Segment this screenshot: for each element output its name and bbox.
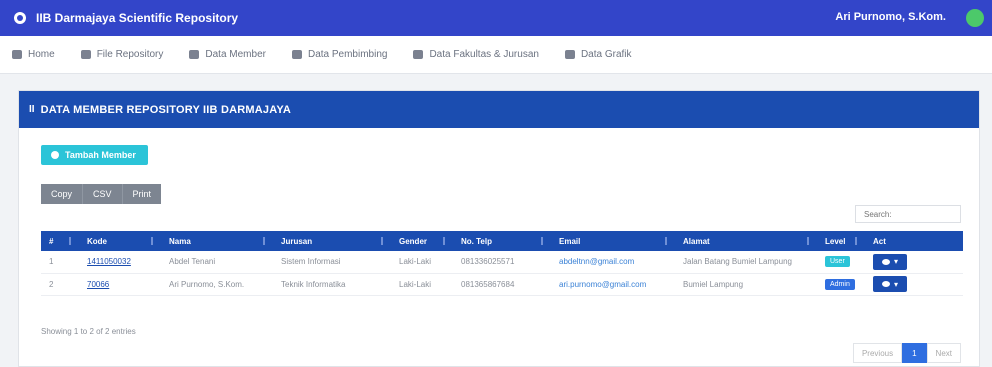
column-header-alamat[interactable]: Alamat xyxy=(675,231,817,251)
nav-item-file-repository[interactable]: File Repository xyxy=(80,49,164,60)
cell-nama: Abdel Tenani xyxy=(169,257,216,267)
eye-icon xyxy=(881,258,890,265)
chart-icon xyxy=(564,50,575,59)
user-name[interactable]: Ari Purnomo, S.Kom. xyxy=(835,11,946,23)
column-header-gender[interactable]: Gender xyxy=(391,231,453,251)
main-nav: Home File Repository Data Member Data Pe… xyxy=(0,36,992,74)
eye-icon xyxy=(881,281,890,287)
panel-header: II DATA MEMBER REPOSITORY IIB DARMAJAYA xyxy=(19,91,979,128)
column-header-jurusan[interactable]: Jurusan xyxy=(273,231,391,251)
avatar[interactable] xyxy=(966,9,984,27)
sort-icon xyxy=(443,237,447,245)
sort-icon xyxy=(541,237,545,245)
nav-item-data-fakultas[interactable]: Data Fakultas & Jurusan xyxy=(413,49,539,60)
action-dropdown-button[interactable]: ▾ xyxy=(873,253,907,270)
column-header-act: Act xyxy=(873,236,886,246)
next-page-button[interactable]: Next xyxy=(926,343,961,363)
add-member-button[interactable]: Tambah Member xyxy=(41,145,148,165)
sort-icon xyxy=(151,237,155,245)
member-panel: II DATA MEMBER REPOSITORY IIB DARMAJAYA … xyxy=(18,90,980,367)
sort-icon xyxy=(381,237,385,245)
column-header-email[interactable]: Email xyxy=(551,231,675,251)
table-info: Showing 1 to 2 of 2 entries xyxy=(41,327,136,336)
column-header-no[interactable]: # xyxy=(41,231,79,251)
column-header-telp[interactable]: No. Telp xyxy=(453,231,551,251)
member-code-link[interactable]: 70066 xyxy=(87,280,109,289)
add-member-label: Tambah Member xyxy=(65,150,136,160)
table-row: 2 70066 Ari Purnomo, S.Kom. Teknik Infor… xyxy=(41,273,963,295)
cell-email: ari.purnomo@gmail.com xyxy=(559,279,647,289)
cell-email: abdeltnn@gmail.com xyxy=(559,257,635,267)
nav-item-data-pembimbing[interactable]: Data Pembimbing xyxy=(291,49,388,60)
user-plus-icon xyxy=(51,151,59,159)
user-tie-icon xyxy=(291,50,302,59)
level-badge: Admin xyxy=(825,278,855,290)
nav-item-label: Data Pembimbing xyxy=(307,49,388,60)
book-icon xyxy=(80,50,91,59)
sitemap-icon xyxy=(413,50,424,59)
nav-item-data-grafik[interactable]: Data Grafik xyxy=(564,49,632,60)
brand-title[interactable]: IIB Darmajaya Scientific Repository xyxy=(36,11,238,25)
nav-item-data-member[interactable]: Data Member xyxy=(189,49,266,60)
home-icon xyxy=(12,50,22,59)
cell-alamat: Bumiel Lampung xyxy=(683,279,744,289)
sort-icon xyxy=(69,237,73,245)
cell-telp: 081365867684 xyxy=(461,279,515,289)
nav-item-label: Data Fakultas & Jurusan xyxy=(429,49,539,60)
table-row: 1 1411050032 Abdel Tenani Sistem Informa… xyxy=(41,251,963,273)
page-button-current[interactable]: 1 xyxy=(902,343,927,363)
brand-logo-icon[interactable] xyxy=(14,12,26,24)
nav-item-label: Home xyxy=(28,49,55,60)
cell-telp: 081336025571 xyxy=(461,257,515,267)
cell-no: 1 xyxy=(49,257,54,267)
column-header-level[interactable]: Level xyxy=(817,231,865,251)
sort-icon xyxy=(665,237,669,245)
sort-icon xyxy=(807,237,811,245)
search-input[interactable] xyxy=(855,205,961,223)
member-table: # Kode Nama Jurusan Gender No. Telp Emai… xyxy=(41,231,963,296)
pagination: Previous 1 Next xyxy=(852,343,961,363)
nav-item-home[interactable]: Home xyxy=(12,49,55,60)
nav-item-label: Data Grafik xyxy=(580,49,632,60)
member-code-link[interactable]: 1411050032 xyxy=(87,257,131,266)
cell-gender: Laki-Laki xyxy=(399,257,432,267)
column-header-kode[interactable]: Kode xyxy=(79,231,161,251)
cell-no: 2 xyxy=(49,279,54,289)
csv-button[interactable]: CSV xyxy=(83,184,123,204)
cell-jurusan: Sistem Informasi xyxy=(281,257,341,267)
cell-gender: Laki-Laki xyxy=(399,279,432,289)
print-button[interactable]: Print xyxy=(122,184,162,204)
sort-icon xyxy=(263,237,267,245)
pause-icon: II xyxy=(29,104,35,115)
table-header-row: # Kode Nama Jurusan Gender No. Telp Emai… xyxy=(41,231,963,251)
user-icon xyxy=(189,50,200,59)
cell-jurusan: Teknik Informatika xyxy=(281,279,346,289)
previous-page-button[interactable]: Previous xyxy=(852,343,903,363)
copy-button[interactable]: Copy xyxy=(41,184,84,204)
nav-item-label: Data Member xyxy=(205,49,266,60)
cell-alamat: Jalan Batang Bumiel Lampung xyxy=(683,257,792,267)
level-badge: User xyxy=(825,256,850,268)
top-bar: IIB Darmajaya Scientific Repository Ari … xyxy=(0,0,992,36)
page-title: DATA MEMBER REPOSITORY IIB DARMAJAYA xyxy=(40,103,292,116)
column-header-nama[interactable]: Nama xyxy=(161,231,273,251)
sort-icon xyxy=(855,237,859,245)
export-buttons: Copy CSV Print xyxy=(41,184,162,204)
action-dropdown-button[interactable]: ▾ xyxy=(873,276,907,292)
cell-nama: Ari Purnomo, S.Kom. xyxy=(169,279,245,289)
nav-item-label: File Repository xyxy=(96,49,164,60)
